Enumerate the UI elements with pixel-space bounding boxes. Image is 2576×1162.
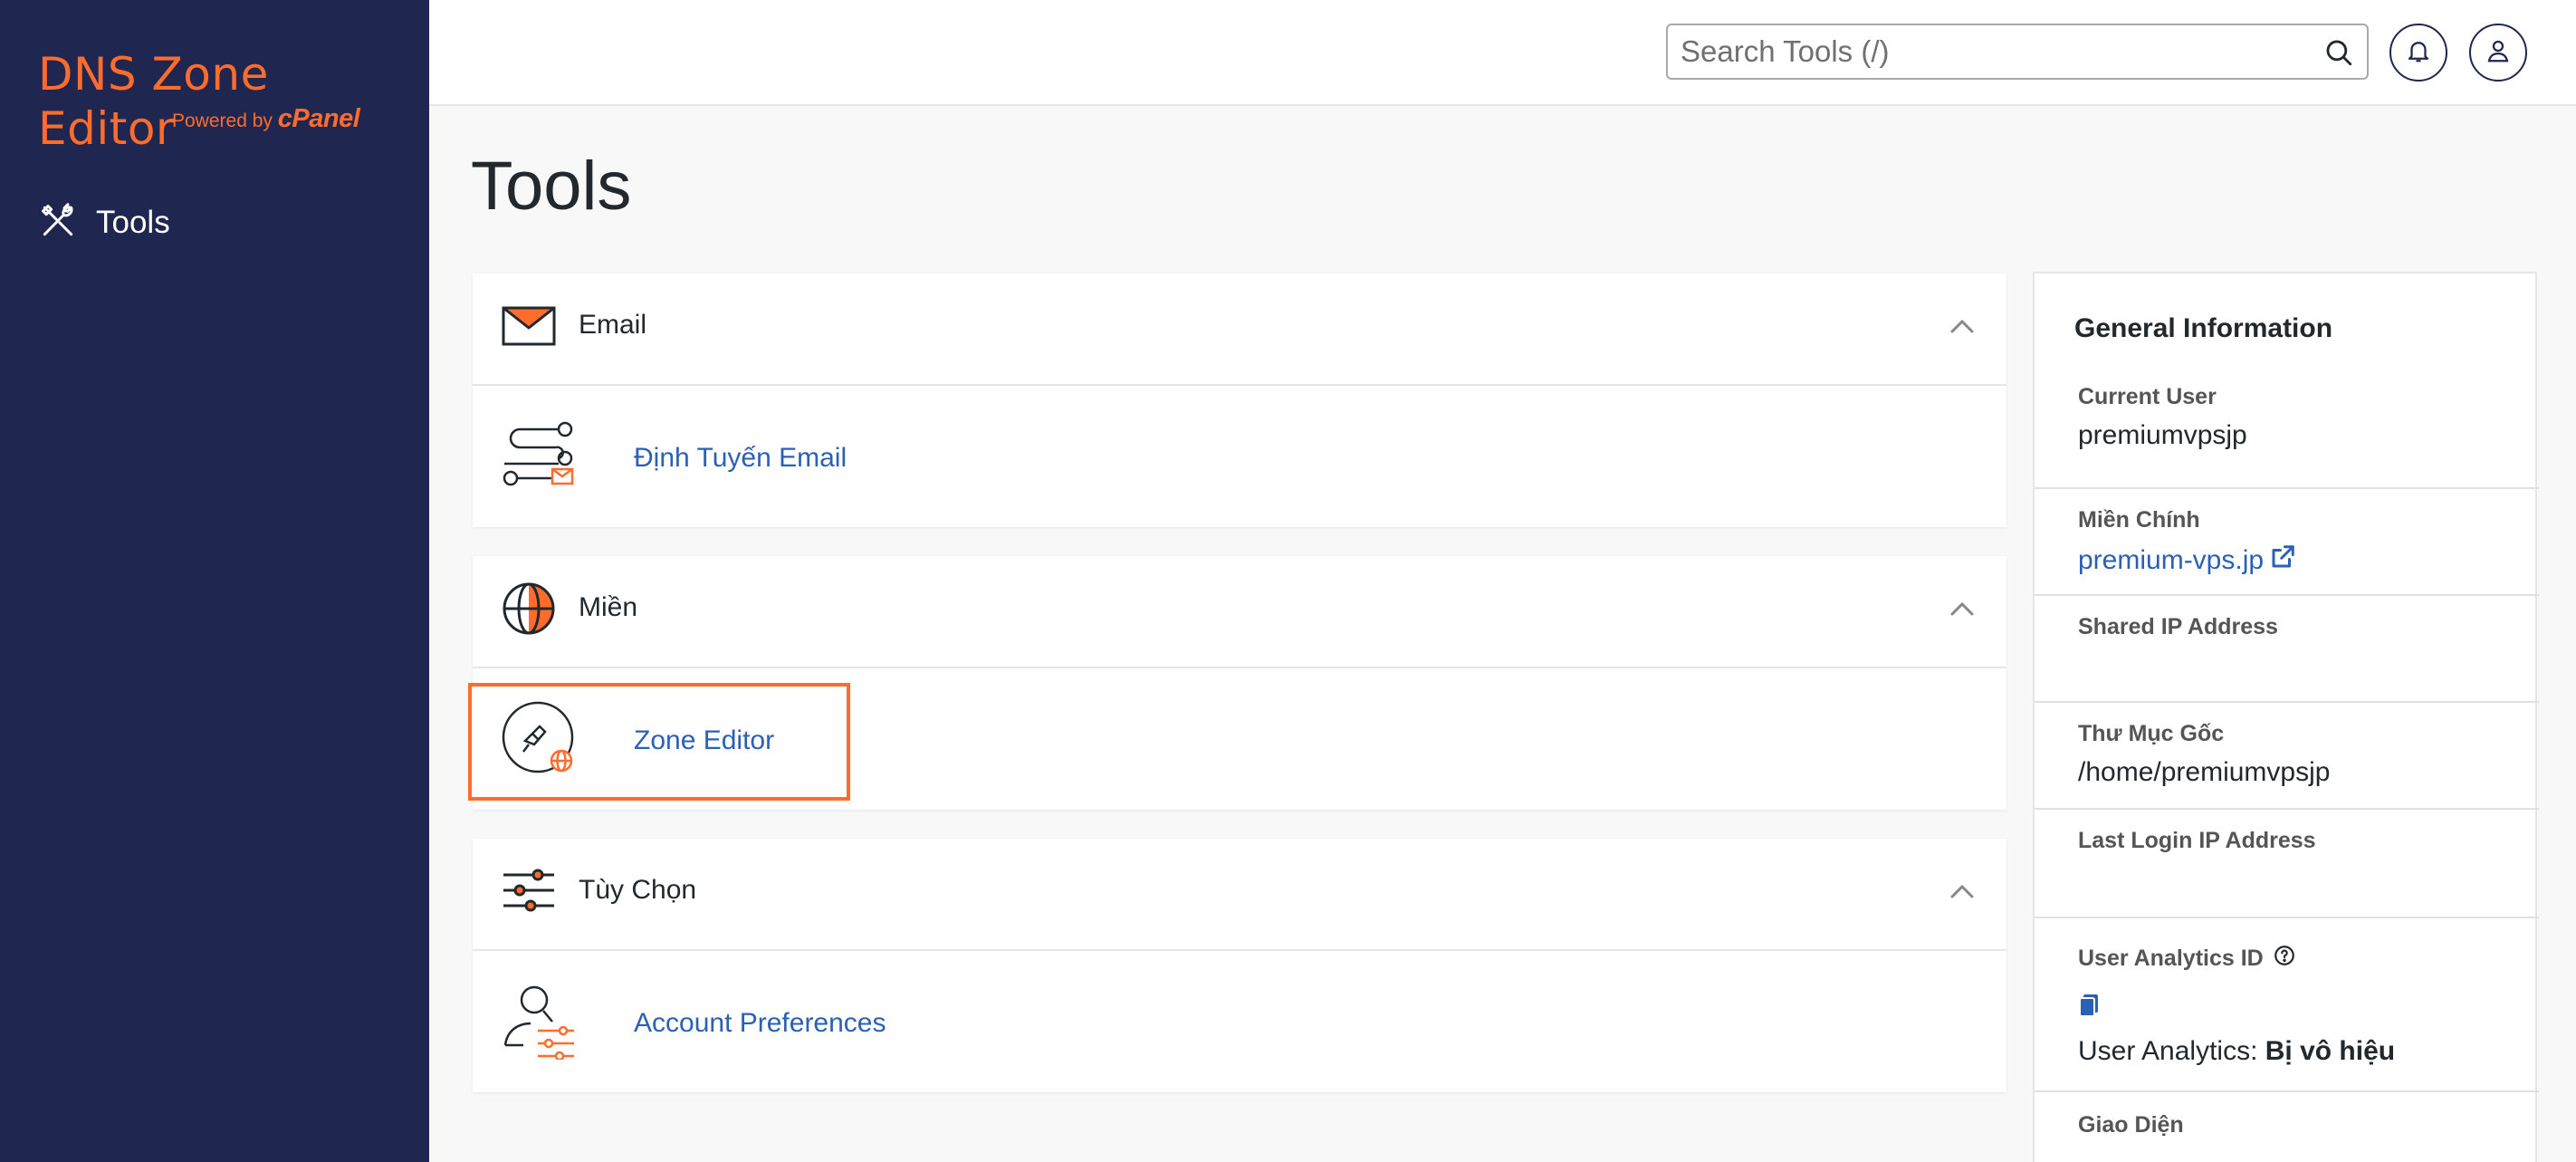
page-title: Tools (471, 148, 632, 225)
primary-domain-row: Miền Chính premium-vps.jp (2035, 489, 2539, 596)
current-user-value: premiumvpsjp (2078, 420, 2247, 450)
cpanel-logo: cPanel (277, 104, 360, 133)
email-routing-icon (502, 420, 576, 497)
section-body: Account Preferences (473, 951, 2006, 1092)
section-body: Định Tuyến Email (473, 386, 2006, 527)
shared-ip-row: Shared IP Address (2035, 596, 2539, 703)
primary-domain-label: Miền Chính (2078, 507, 2200, 533)
chevron-up-icon[interactable] (1949, 600, 1976, 622)
search-input[interactable] (1681, 25, 2305, 78)
section-header-email[interactable]: Email (473, 274, 2006, 386)
theme-row: Giao Diện (2035, 1092, 2539, 1162)
tool-label: Account Preferences (634, 1008, 886, 1038)
powered-by-prefix: Powered by (172, 110, 273, 131)
user-analytics-id-label: User Analytics ID (2078, 946, 2264, 971)
external-link-icon (2269, 543, 2296, 578)
sidebar-item-label: Tools (96, 205, 170, 240)
current-user-row: Current User premiumvpsjp (2035, 373, 2539, 489)
top-header (429, 0, 2576, 106)
user-icon (2485, 37, 2512, 69)
tool-account-preferences[interactable]: Account Preferences (502, 985, 886, 1061)
user-analytics-status-value: Bị vô hiệu (2265, 1036, 2396, 1066)
bell-icon (2405, 37, 2432, 69)
primary-domain-value: premium-vps.jp (2078, 545, 2265, 575)
user-menu-button[interactable] (2469, 24, 2527, 82)
user-analytics-id-label-wrap: User Analytics ID (2078, 944, 2296, 974)
powered-by: Powered by cPanel (172, 104, 360, 135)
home-directory-value: /home/premiumvpsjp (2078, 757, 2331, 787)
copy-icon[interactable] (2078, 993, 2100, 1023)
help-icon[interactable] (2273, 944, 2296, 974)
section-title: Miền (579, 592, 638, 622)
sidebar: DNS Zone Editor Powered by cPanel Tools (0, 0, 429, 1162)
section-email: Email Định Tuyến Email (473, 274, 2006, 527)
home-directory-label: Thư Mục Gốc (2078, 721, 2225, 746)
sidebar-item-tools[interactable]: Tools (38, 197, 170, 248)
section-body: Zone Editor (473, 668, 2006, 810)
last-login-ip-label: Last Login IP Address (2078, 828, 2316, 853)
shared-ip-label: Shared IP Address (2078, 614, 2278, 639)
search-box[interactable] (1666, 24, 2369, 80)
search-icon[interactable] (2323, 37, 2354, 72)
tool-label: Zone Editor (634, 725, 775, 755)
brand-logo[interactable]: DNS Zone Editor Powered by cPanel (38, 47, 400, 156)
general-information-panel: General Information Current User premium… (2033, 272, 2539, 1162)
app-title: DNS Zone Editor (38, 48, 269, 155)
chevron-up-icon[interactable] (1949, 882, 1976, 905)
current-user-label: Current User (2078, 384, 2217, 409)
zone-editor-icon (502, 701, 578, 782)
tool-zone-editor[interactable]: Zone Editor (502, 701, 774, 777)
tool-email-routing[interactable]: Định Tuyến Email (502, 420, 847, 497)
notifications-button[interactable] (2389, 24, 2447, 82)
section-domains: Miền Zone Editor (473, 556, 2006, 810)
tools-icon (38, 201, 78, 245)
section-header-domains[interactable]: Miền (473, 556, 2006, 668)
user-analytics-status: User Analytics: Bị vô hiệu (2078, 1036, 2395, 1067)
primary-domain-link[interactable]: premium-vps.jp (2078, 543, 2296, 578)
last-login-ip-row: Last Login IP Address (2035, 810, 2539, 918)
home-directory-row: Thư Mục Gốc /home/premiumvpsjp (2035, 703, 2539, 810)
panel-title: General Information (2074, 313, 2333, 343)
section-preferences: Tùy Chọn Account Preferences (473, 839, 2006, 1092)
chevron-up-icon[interactable] (1949, 317, 1976, 340)
section-title: Tùy Chọn (579, 875, 697, 905)
envelope-icon (502, 304, 556, 352)
account-preferences-icon (502, 984, 578, 1064)
sliders-icon (502, 869, 556, 917)
tool-label: Định Tuyến Email (634, 443, 847, 473)
globe-icon (502, 582, 556, 640)
user-analytics-status-label: User Analytics: (2078, 1036, 2258, 1066)
theme-label: Giao Diện (2078, 1112, 2184, 1138)
user-analytics-row: User Analytics ID User Analytics: Bị vô … (2035, 918, 2539, 1092)
section-header-preferences[interactable]: Tùy Chọn (473, 839, 2006, 951)
section-title: Email (579, 310, 647, 340)
